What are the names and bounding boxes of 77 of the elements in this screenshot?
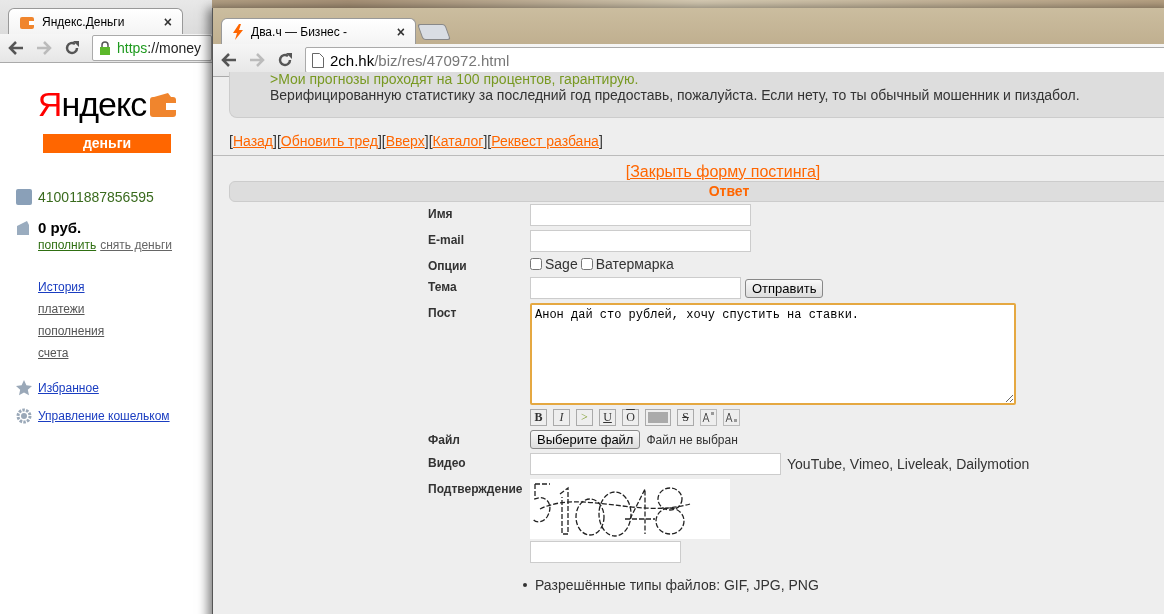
- markup-button[interactable]: U: [599, 409, 616, 426]
- tab-title[interactable]: Два.ч — Бизнес -: [251, 24, 390, 39]
- field-label: Тема: [428, 279, 458, 294]
- subscript-icon[interactable]: [723, 409, 740, 426]
- lightning-icon: [232, 23, 244, 40]
- gear-icon: [16, 408, 32, 424]
- file-status: Файл не выбран: [646, 432, 738, 447]
- greentext-quote: >Мои прогнозы проходят на 100 процентов, гарантирую.: [270, 72, 640, 86]
- bracket-text: ]: [273, 133, 277, 149]
- markup-button[interactable]: I: [553, 409, 570, 426]
- text-field[interactable]: [530, 230, 751, 252]
- field-label: Видео: [428, 455, 467, 470]
- markup-button[interactable]: B: [530, 409, 547, 426]
- back-icon[interactable]: [8, 41, 24, 55]
- back-icon[interactable]: [221, 53, 237, 67]
- history-link[interactable]: История: [38, 280, 85, 294]
- subject-field[interactable]: [530, 277, 741, 299]
- forward-icon[interactable]: [249, 53, 265, 67]
- superscript-icon[interactable]: [700, 409, 717, 426]
- history-item-link[interactable]: пополнения: [38, 324, 105, 338]
- video-hosts-note: YouTube, Vimeo, Liveleak, Dailymotion: [787, 456, 1030, 472]
- checkbox[interactable]: [580, 258, 593, 270]
- bracket-text: [: [428, 133, 433, 149]
- close-tab-button[interactable]: ×: [163, 13, 172, 30]
- field-label: Опции: [428, 258, 468, 273]
- bracket-text: [: [487, 133, 492, 149]
- wallet-icon: [16, 219, 32, 236]
- reload-icon[interactable]: [64, 40, 80, 56]
- field-label: E-mail: [428, 232, 465, 247]
- video-field[interactable]: [530, 453, 781, 475]
- bracket-text: [: [229, 133, 233, 149]
- bracket-text: [: [276, 133, 281, 149]
- submit-button[interactable]: Отправить: [745, 278, 824, 298]
- captcha-field[interactable]: [530, 541, 681, 563]
- post-text: Верифицированную статистику за последний год предоставь, пожалуйста. Если нету, то ты обычный мошенник и пиздабол.: [270, 87, 1081, 105]
- bullet-icon: [523, 583, 527, 587]
- post-textarea[interactable]: Анон дай сто рублей, хочу спустить на ставки.: [530, 303, 1016, 405]
- bracket-text: ]: [377, 133, 382, 149]
- spoiler-button[interactable]: [645, 409, 671, 426]
- logo-wordmark: Яндекс: [37, 85, 177, 124]
- checkbox-label: Ватермарка: [595, 256, 674, 272]
- page-icon: [312, 52, 324, 68]
- balance: 0 руб.: [38, 219, 82, 236]
- tab-title[interactable]: Яндекс.Деньги: [42, 14, 157, 29]
- bracket-text: ]: [483, 133, 488, 149]
- field-label: Файл: [428, 432, 461, 447]
- wallet-icon: [150, 92, 177, 117]
- new-tab-button[interactable]: [417, 24, 451, 40]
- forward-icon[interactable]: [36, 41, 52, 55]
- address-bar[interactable]: https://money: [92, 35, 212, 61]
- field-label: Подтверждение: [428, 481, 524, 496]
- address-bar[interactable]: 2ch.hk/biz/res/470972.html: [305, 47, 1164, 73]
- bracket-text: [: [381, 133, 386, 149]
- reply-header: Ответ: [229, 181, 1164, 202]
- star-icon: [16, 380, 32, 396]
- close-tab-button[interactable]: ×: [396, 23, 405, 40]
- allowed-types-text: Разрешённые типы файлов: GIF, JPG, PNG: [535, 577, 819, 593]
- reload-icon[interactable]: [277, 52, 293, 68]
- logo-badge: деньги: [43, 134, 171, 153]
- checkbox[interactable]: [530, 258, 542, 270]
- text-field[interactable]: [530, 204, 751, 226]
- balance-link[interactable]: пополнить: [38, 238, 97, 252]
- choose-file-button[interactable]: Выберите файл: [530, 430, 641, 449]
- history-item-link[interactable]: платежи: [38, 302, 85, 316]
- account-number: 410011887856595: [38, 189, 154, 205]
- bracket-text: ]: [598, 133, 603, 149]
- sidebar-link[interactable]: Избранное: [38, 381, 99, 395]
- field-label: Имя: [428, 206, 454, 221]
- markup-button[interactable]: S: [677, 409, 694, 426]
- balance-link[interactable]: снять деньги: [100, 238, 172, 252]
- markup-button[interactable]: O: [622, 409, 639, 426]
- lock-icon: [99, 41, 111, 55]
- sidebar-link[interactable]: Управление кошельком: [38, 409, 170, 423]
- checkbox-label: Sage: [545, 256, 578, 272]
- history-item-link[interactable]: счета: [38, 346, 69, 360]
- bracket-text: ]: [424, 133, 429, 149]
- field-label: Пост: [428, 305, 458, 320]
